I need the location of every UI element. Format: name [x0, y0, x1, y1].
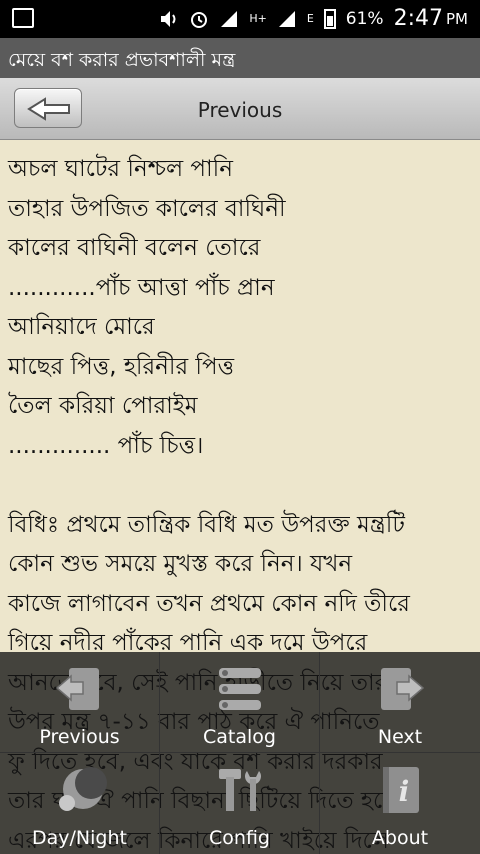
content-line: ............পাঁচ আত্তা পাঁচ প্রান: [8, 274, 275, 301]
menu-catalog-button[interactable]: Catalog: [160, 652, 320, 753]
signal-icon-a: [219, 9, 239, 29]
menu-catalog-label: Catalog: [203, 726, 276, 748]
menu-about-label: About: [371, 827, 429, 849]
app-title: মেয়ে বশ করার প্রভাবশালী মন্ত্র: [8, 49, 236, 71]
notification-icon: [12, 8, 34, 28]
menu-about-button[interactable]: i About: [320, 753, 480, 854]
battery-icon: [323, 8, 336, 29]
signal-icon-b: [277, 9, 297, 29]
status-right: H+ E 61% 2:47 PM: [159, 6, 468, 31]
menu-previous-button[interactable]: Previous: [0, 652, 160, 753]
next-page-icon: [381, 668, 425, 710]
catalog-icon: [218, 668, 261, 710]
menu-config-label: Config: [209, 827, 270, 849]
menu-daynight-label: Day/Night: [32, 827, 127, 849]
config-tools-icon: [218, 769, 261, 811]
content-line: .............. পাঁচ চিত্ত।: [8, 432, 204, 459]
day-night-icon: [58, 767, 107, 811]
previous-page-icon: [55, 668, 99, 710]
app-title-bar: মেয়ে বশ করার প্রভাবশালী মন্ত্র: [0, 38, 480, 78]
options-menu: Previous Catalog Next Day/Night Config i…: [0, 652, 480, 854]
menu-daynight-button[interactable]: Day/Night: [0, 753, 160, 854]
content-line: কাজে লাগাবেন তখন প্রথমে কোন নদি তীরে: [8, 590, 410, 617]
clock-ampm: PM: [446, 9, 468, 28]
volume-icon: [159, 9, 179, 29]
content-line: মাছের পিত্ত, হরিনীর পিত্ত: [8, 353, 235, 380]
battery-percent: 61%: [345, 8, 384, 29]
content-line: তৈল করিয়া পোরাইম: [8, 393, 198, 419]
status-bar: H+ E 61% 2:47 PM: [0, 0, 480, 38]
content-line: বিধিঃ প্রথমে তান্ত্রিক বিধি মত উপরক্ত মন…: [8, 511, 405, 538]
navigation-bar: Previous: [0, 78, 480, 140]
network-type-b: E: [306, 12, 314, 25]
menu-previous-label: Previous: [39, 726, 120, 748]
menu-next-button[interactable]: Next: [320, 652, 480, 753]
clock-time: 2:47: [393, 6, 443, 31]
menu-next-label: Next: [377, 726, 423, 748]
nav-title: Previous: [197, 98, 283, 122]
alarm-icon: [189, 9, 209, 29]
about-book-icon: i: [383, 767, 419, 813]
content-line: কোন শুভ সময়ে মুখস্ত করে নিন। যখন: [8, 551, 353, 577]
content-line: অচল ঘাটের নিশ্চল পানি: [8, 156, 233, 182]
content-line: কালের বাঘিনী বলেন তোরে: [8, 235, 261, 261]
svg-text:i: i: [399, 775, 410, 808]
menu-config-button[interactable]: Config: [160, 753, 320, 854]
network-type-a: H+: [249, 12, 267, 25]
content-line: আনিয়াদে মোরে: [8, 314, 155, 340]
content-line: তাহার উপজিত কালের বাঘিনী: [8, 195, 286, 222]
